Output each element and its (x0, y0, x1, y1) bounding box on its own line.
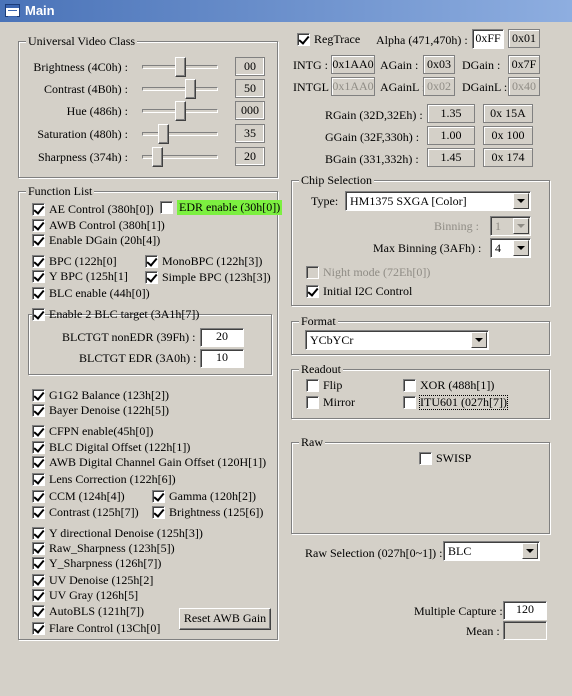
again-label: AGain : (380, 58, 419, 72)
uvc-label: Contrast (4B0h) : (44, 82, 128, 96)
rgain-value: 1.35 (427, 104, 475, 123)
rgain-hex: 0x 15A (483, 104, 533, 123)
uvc-value: 20 (235, 147, 265, 166)
format-legend: Format (299, 314, 338, 329)
binning-select[interactable]: 1 (490, 216, 531, 236)
mean-input (503, 621, 547, 640)
dgainl-value: 0x40 (508, 77, 540, 96)
slider-thumb[interactable] (157, 124, 169, 144)
intg-value: 0x1AA0 (331, 55, 375, 74)
function-list-legend: Function List (26, 184, 95, 199)
ggain-hex: 0x 100 (483, 126, 533, 145)
raw-selection-select[interactable]: BLC (443, 541, 540, 561)
ggain-label: GGain (32F,330h) : (325, 130, 420, 144)
bgain-value: 1.45 (427, 148, 475, 167)
slider-thumb[interactable] (184, 79, 196, 99)
dgain-value: 0x7F (508, 55, 540, 74)
intg-label: INTG : (293, 58, 328, 72)
uvc-value: 35 (235, 124, 265, 143)
uvc-label: Hue (486h) : (66, 104, 128, 118)
chevron-down-icon (513, 240, 529, 256)
raw-selection-label: Raw Selection (027h[0~1]) : (305, 546, 443, 560)
uvc-slider[interactable] (142, 101, 218, 121)
uvc-slider[interactable] (142, 57, 218, 77)
edr-enable-checkbox[interactable]: EDR enable (30h[0]) (160, 200, 283, 215)
chevron-down-icon (471, 332, 487, 348)
chevron-down-icon (522, 543, 538, 559)
multiple-capture-label: Multiple Capture : (414, 604, 503, 618)
rgain-label: RGain (32D,32Eh) : (325, 108, 423, 122)
blctgt-nonedr-label: BLCTGT nonEDR (39Fh) : (62, 330, 196, 344)
slider-thumb[interactable] (175, 101, 186, 121)
uvc-value: 00 (235, 57, 265, 76)
uvc-legend: Universal Video Class (26, 34, 138, 49)
readout-group: Readout (291, 362, 550, 419)
dgainl-label: DGainL : (462, 80, 508, 94)
slider-thumb[interactable] (152, 147, 164, 167)
bgain-label: BGain (331,332h) : (325, 152, 419, 166)
enable-2-blc-target-checkbox[interactable]: Enable 2 BLC target (3A1h[7]) (32, 308, 199, 322)
window-title: Main (25, 3, 55, 18)
alpha-label: Alpha (471,470h) : (376, 33, 468, 47)
uvc-value: 000 (235, 101, 265, 120)
alpha-value: 0x01 (508, 29, 540, 48)
window-grid-icon (5, 4, 20, 17)
chip-selection-legend: Chip Selection (299, 173, 374, 188)
chevron-down-icon (513, 218, 529, 234)
dgain-label: DGain : (462, 58, 501, 72)
uvc-label: Sharpness (374h) : (38, 150, 128, 164)
againl-value: 0x02 (423, 77, 455, 96)
bgain-hex: 0x 174 (483, 148, 533, 167)
intgl-value: 0x1AA0 (331, 77, 375, 96)
slider-thumb[interactable] (175, 57, 186, 77)
blctgt-nonedr-input[interactable]: 20 (200, 328, 244, 347)
uvc-label: Saturation (480h) : (37, 127, 128, 141)
blctgt-edr-input[interactable]: 10 (200, 349, 244, 368)
uvc-label: Brightness (4C0h) : (33, 60, 128, 74)
title-bar: Main (0, 0, 572, 22)
uvc-value: 50 (235, 79, 265, 98)
mean-label: Mean : (466, 624, 500, 638)
binning-label: Binning : (434, 219, 480, 233)
raw-legend: Raw (299, 435, 325, 450)
reset-awb-gain-button[interactable]: Reset AWB Gain (179, 608, 271, 630)
format-select[interactable]: YCbYCr (305, 330, 489, 350)
intgl-label: INTGL (293, 80, 329, 94)
uvc-slider[interactable] (142, 147, 218, 167)
uvc-slider[interactable] (142, 124, 218, 144)
alpha-ff-button[interactable]: 0xFF (472, 29, 504, 49)
blctgt-edr-label: BLCTGT EDR (3A0h) : (79, 351, 197, 365)
ggain-value: 1.00 (427, 126, 475, 145)
chevron-down-icon (513, 193, 529, 209)
again-value: 0x03 (423, 55, 455, 74)
againl-label: AGainL : (380, 80, 426, 94)
uvc-slider[interactable] (142, 79, 218, 99)
max-binning-label: Max Binning (3AFh) : (373, 241, 482, 255)
chip-type-select[interactable]: HM1375 SXGA [Color] (345, 191, 531, 211)
multiple-capture-input[interactable]: 120 (503, 601, 547, 620)
max-binning-select[interactable]: 4 (490, 238, 531, 258)
readout-legend: Readout (299, 362, 343, 377)
chip-type-label: Type: (311, 194, 339, 208)
